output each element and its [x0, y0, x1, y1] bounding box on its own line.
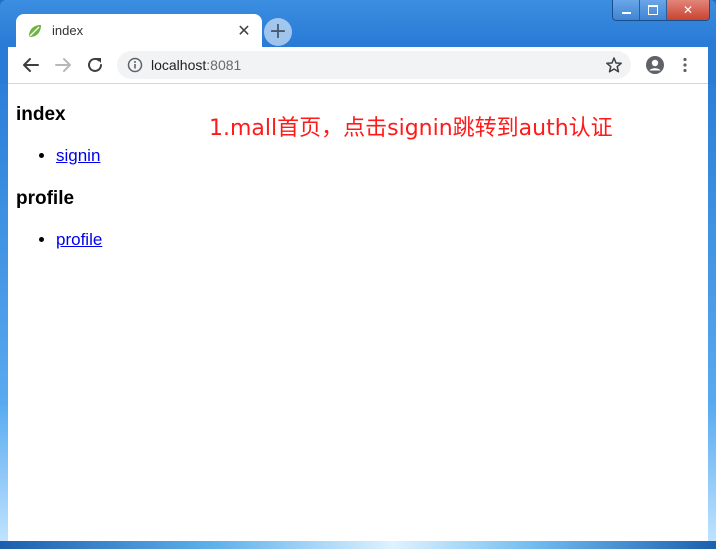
- new-tab-button[interactable]: +: [264, 18, 292, 46]
- window-frame-left: [0, 84, 8, 541]
- profile-list: profile: [16, 230, 102, 250]
- browser-window: ✕ index ✕ + localhost:8081 index • sign…: [0, 0, 716, 549]
- browser-toolbar: localhost:8081: [8, 47, 708, 84]
- info-icon[interactable]: [127, 57, 143, 73]
- account-circle-icon: [646, 56, 664, 74]
- plus-icon: +: [268, 19, 288, 44]
- back-button[interactable]: [17, 51, 45, 79]
- desktop-background-strip: [0, 541, 716, 549]
- heading-profile: profile: [16, 188, 75, 209]
- signin-link[interactable]: signin: [56, 146, 100, 165]
- profile-button[interactable]: [641, 51, 669, 79]
- url-host: localhost: [151, 57, 207, 73]
- list-item: profile: [56, 230, 102, 250]
- bookmark-star-icon[interactable]: [605, 56, 623, 74]
- profile-link[interactable]: profile: [56, 230, 102, 249]
- tab-strip: index ✕ +: [8, 8, 708, 47]
- reload-icon: [88, 57, 102, 72]
- tab-close-icon[interactable]: ✕: [234, 21, 254, 41]
- menu-button[interactable]: [673, 51, 697, 79]
- page-viewport: index signin profile profile 1.mall首页，点击…: [8, 84, 708, 541]
- annotation-text: 1.mall首页，点击signin跳转到auth认证: [209, 116, 613, 141]
- arrow-right-icon: [55, 58, 71, 72]
- more-vert-icon: [683, 57, 687, 73]
- address-bar[interactable]: localhost:8081: [117, 51, 631, 79]
- spring-leaf-icon: [26, 22, 44, 40]
- index-list: signin: [16, 146, 100, 166]
- tab-title: index: [52, 23, 84, 38]
- tab-index[interactable]: index ✕: [16, 14, 262, 47]
- url-port: :8081: [206, 57, 242, 73]
- window-frame-right: [708, 84, 716, 541]
- heading-index: index: [16, 104, 66, 125]
- reload-button[interactable]: [81, 51, 109, 79]
- forward-button[interactable]: [49, 51, 77, 79]
- arrow-left-icon: [23, 58, 39, 72]
- list-item: signin: [56, 146, 100, 166]
